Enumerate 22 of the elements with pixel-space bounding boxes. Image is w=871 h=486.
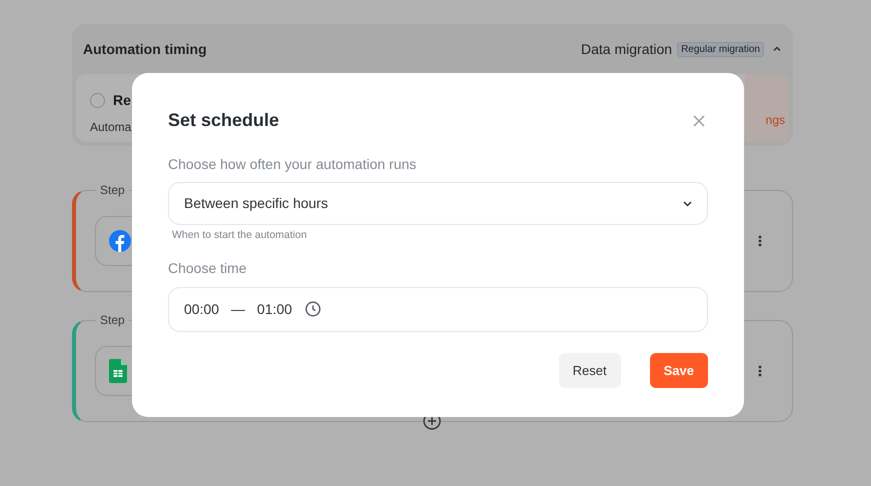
option-description: Automa <box>90 119 132 136</box>
radio-button[interactable] <box>90 93 105 108</box>
step-label: Step <box>96 183 129 197</box>
migration-type: Data migration <box>581 40 672 59</box>
dialog-title: Set schedule <box>168 109 280 132</box>
field-label: Choose time <box>168 258 248 278</box>
chevron-up-icon[interactable] <box>772 44 782 54</box>
chevron-down-icon <box>683 200 692 206</box>
close-icon[interactable] <box>693 114 705 126</box>
time-range-field[interactable]: 00:00 — 01:00 <box>168 286 708 332</box>
reset-button[interactable]: Reset <box>558 352 621 388</box>
more-options-icon[interactable] <box>758 235 762 247</box>
field-label: Choose how often your automation runs <box>168 155 418 174</box>
section-title: Automation timing <box>83 40 207 59</box>
field-hint: When to start the automation <box>172 228 308 243</box>
more-options-icon[interactable] <box>758 365 762 377</box>
migration-badge: Regular migration <box>677 42 764 56</box>
clock-icon <box>305 301 322 318</box>
spreadsheet-icon <box>109 359 127 383</box>
frequency-select[interactable]: Between specific hours <box>168 182 708 225</box>
step-label: Step <box>96 313 129 327</box>
option-label: Re <box>113 91 131 110</box>
